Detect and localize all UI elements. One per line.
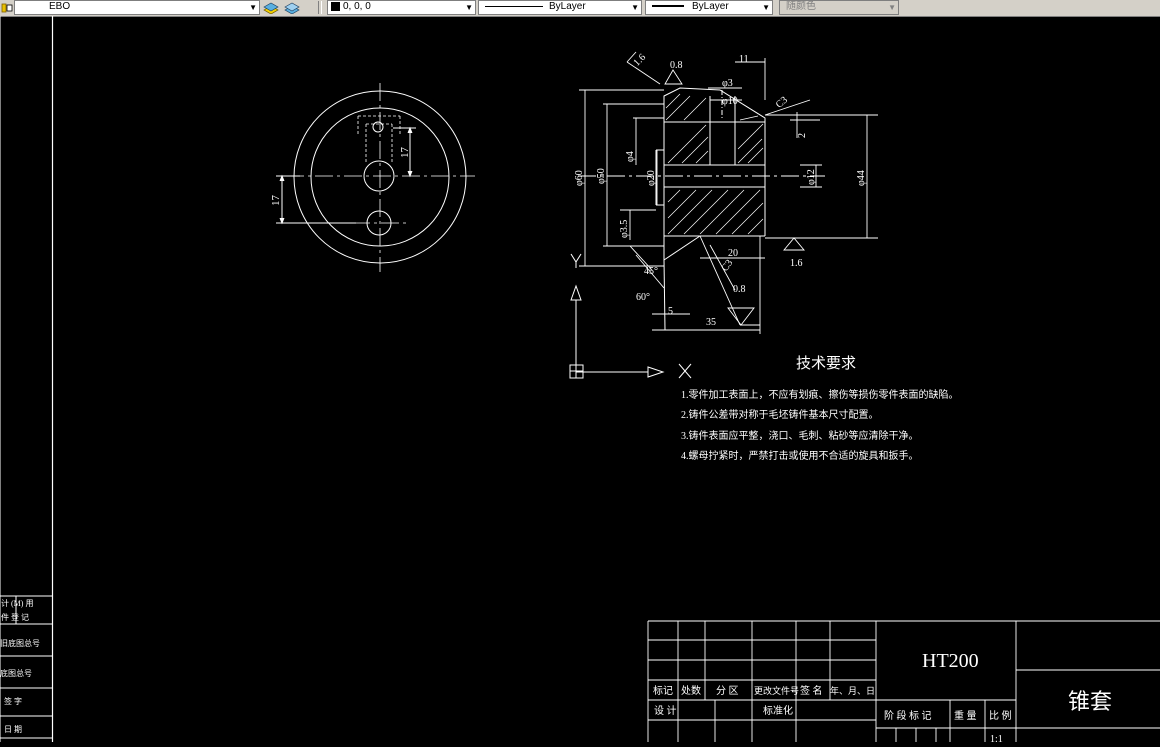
dim-phi3: φ3 xyxy=(722,78,733,89)
weight-label: 重 量 xyxy=(954,709,977,722)
note-line: 2.铸件公差带对称于毛坯铸件基本尺寸配置。 xyxy=(681,408,879,421)
dim-roughness: 0.8 xyxy=(670,60,683,71)
dim-phi3-5: φ3.5 xyxy=(619,220,630,238)
row-header: 分 区 xyxy=(716,685,739,697)
part-name: 锥套 xyxy=(1068,689,1112,714)
dim-phi20: φ20 xyxy=(646,170,657,186)
dim-chamfer: C3 xyxy=(774,95,790,111)
section-view xyxy=(578,87,825,331)
color-swatch xyxy=(331,2,340,11)
dim-11: 11 xyxy=(739,54,749,65)
plotstyle-dropdown: 随颜色 ▼ xyxy=(779,0,899,15)
note-line: 1.零件加工表面上，不应有划痕、擦伤等损伤零件表面的缺陷。 xyxy=(681,388,959,401)
properties-toolbar: EBO ▼ 0, 0, 0 ▼ ByLayer ▼ ByLayer ▼ 随颜色 … xyxy=(0,0,1160,17)
side-block-row: 日 期 xyxy=(4,725,22,734)
material-label: HT200 xyxy=(922,650,979,672)
dim-phi4: φ4 xyxy=(625,151,636,162)
dim-2: 2 xyxy=(797,133,808,138)
lineweight-value: ByLayer xyxy=(692,1,729,12)
dim-phi50: φ50 xyxy=(596,168,607,184)
section-hatch xyxy=(665,93,764,235)
title-block xyxy=(647,620,1160,742)
note-line: 3.铸件表面应平整，浇口、毛刺、粘砂等应清除干净。 xyxy=(681,429,919,442)
lineweight-sample xyxy=(652,5,684,8)
dim-angle-60: 60° xyxy=(636,292,650,303)
stage-label: 阶 段 标 记 xyxy=(884,709,932,722)
toolbar-separator xyxy=(318,1,322,14)
dim-angle-45: 45° xyxy=(644,266,658,277)
chevron-down-icon: ▼ xyxy=(465,3,473,12)
layers-icon[interactable] xyxy=(284,1,300,15)
color-dropdown[interactable]: 0, 0, 0 ▼ xyxy=(327,0,476,15)
layer-name: EBO xyxy=(49,1,71,12)
drawing-frame xyxy=(0,16,54,742)
dim-phi44: φ44 xyxy=(856,170,867,186)
dim-20: 20 xyxy=(728,248,738,259)
linetype-value: ByLayer xyxy=(549,1,586,12)
lineweight-dropdown[interactable]: ByLayer ▼ xyxy=(645,0,773,15)
chevron-down-icon: ▼ xyxy=(249,3,257,12)
section-dimensions xyxy=(579,51,878,334)
note-line: 4.螺母拧紧时，严禁打击或使用不合适的旋具和扳手。 xyxy=(681,449,919,462)
dim-35: 35 xyxy=(706,317,716,328)
layer-dropdown[interactable]: EBO ▼ xyxy=(14,0,260,15)
dim-17-left: 17 xyxy=(270,195,282,207)
scale-label: 比 例 xyxy=(989,709,1012,722)
side-block-row: 底图总号 xyxy=(0,668,32,678)
chevron-down-icon: ▼ xyxy=(762,3,770,12)
linetype-sample xyxy=(485,5,543,7)
chevron-down-icon: ▼ xyxy=(888,3,896,12)
plotstyle-value: 随颜色 xyxy=(786,1,816,12)
row-header: 处数 xyxy=(681,684,701,697)
side-block-row: 签 字 xyxy=(4,696,22,706)
notes-title: 技术要求 xyxy=(796,355,856,372)
chevron-down-icon: ▼ xyxy=(631,3,639,12)
layer-state-icon[interactable] xyxy=(0,1,14,13)
dim-5: 5 xyxy=(668,306,673,317)
dim-17-vertical: 17 xyxy=(399,147,411,159)
drawing-canvas[interactable]: 计 (M) 用 件 登 记 旧底图总号 底图总号 签 字 日 期 17 17 1… xyxy=(0,16,1160,745)
row-header: 标记 xyxy=(653,685,673,697)
top-view xyxy=(276,83,475,272)
color-value: 0, 0, 0 xyxy=(343,1,371,12)
dim-roughness: 0.8 xyxy=(733,284,746,295)
dim-phi12: φ12 xyxy=(806,169,817,185)
standard-label: 标准化 xyxy=(763,704,793,717)
dim-phi10: φ10 xyxy=(722,96,738,107)
dim-phi60: φ60 xyxy=(574,170,585,186)
dim-chamfer: C3 xyxy=(720,258,736,274)
side-block-row: 旧底图总号 xyxy=(0,638,40,648)
layer-previous-icon[interactable] xyxy=(263,1,279,15)
design-label: 设 计 xyxy=(654,704,677,717)
scale-value: 1:1 xyxy=(990,734,1003,742)
row-header: 更改文件号 xyxy=(754,685,799,696)
side-block-row: 计 (M) 用 xyxy=(1,598,33,608)
row-header: 签 名 xyxy=(800,684,823,697)
dim-roughness: 1.6 xyxy=(790,258,803,269)
side-block-row: 件 登 记 xyxy=(1,612,29,622)
row-header: 年、月、日 xyxy=(830,685,875,696)
linetype-dropdown[interactable]: ByLayer ▼ xyxy=(478,0,642,15)
section-dim-labels: 1.6 0.8 11 φ3 φ10 C3 2 φ60 φ50 φ4 φ20 φ1… xyxy=(574,52,867,328)
